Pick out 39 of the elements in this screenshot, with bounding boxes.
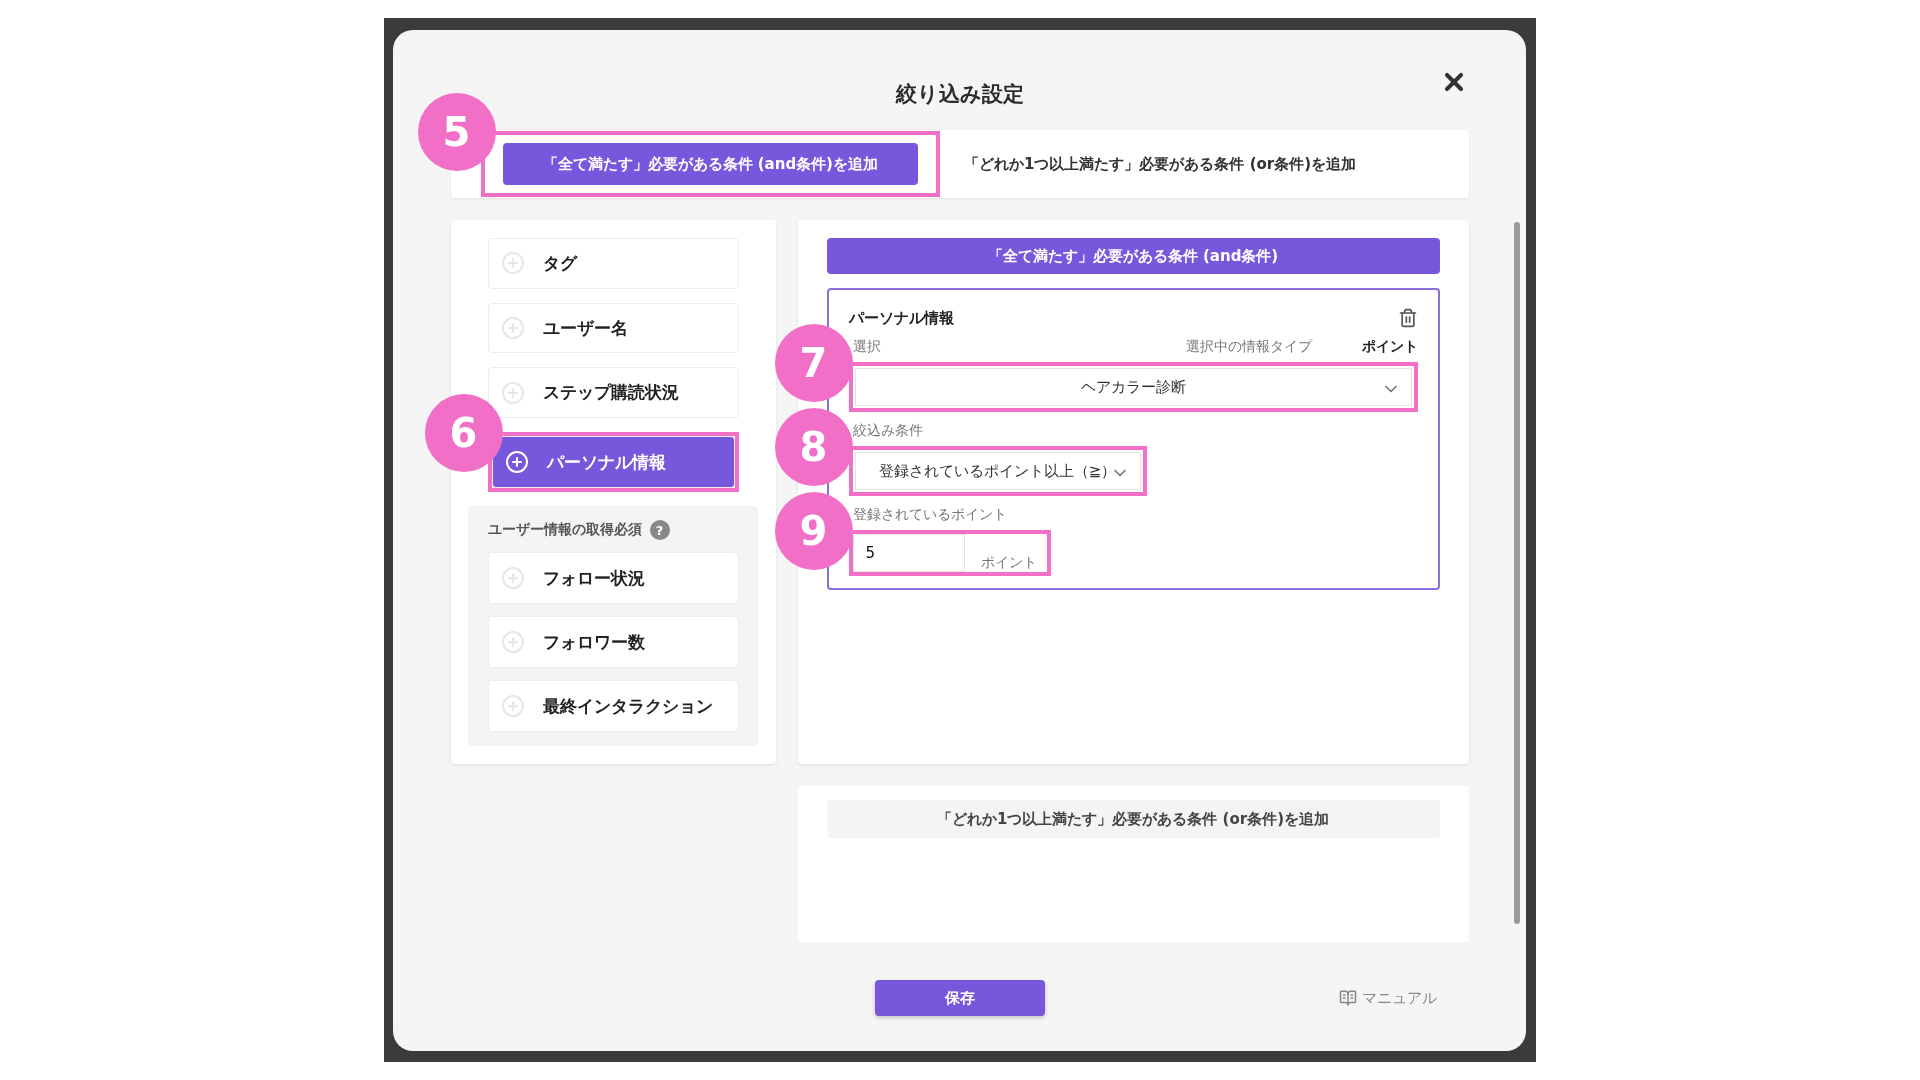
plus-icon (500, 694, 525, 718)
plus-icon (504, 450, 529, 474)
field-label: 登録されているポイント (852, 506, 1007, 524)
field-label: 選択中の情報タイプ (1185, 338, 1312, 356)
callout-number: 8 (774, 408, 853, 486)
trash-icon[interactable] (1397, 308, 1418, 328)
plus-icon (500, 380, 525, 405)
select-dropdown[interactable]: ヘアカラー診断 (854, 368, 1412, 406)
plus-icon (500, 316, 525, 340)
callout-number: 7 (774, 324, 853, 402)
unit-label: ポイント (979, 554, 1038, 572)
field-label: 選択 (852, 338, 881, 356)
condition-type-item[interactable]: フォロワー数 (487, 616, 739, 668)
callout-number: 9 (774, 492, 853, 570)
plus-icon (500, 566, 525, 590)
dialog-title: 絞り込み設定 (895, 81, 1024, 108)
section-header: 「全て満たす」必要がある条件 (and条件) (826, 238, 1440, 274)
scrollbar-thumb[interactable] (1514, 222, 1520, 924)
plus-icon (500, 251, 525, 276)
book-icon (1338, 989, 1357, 1007)
help-icon[interactable]: ? (649, 520, 670, 540)
points-input[interactable]: 5 (852, 534, 965, 572)
condition-type-item[interactable]: タグ (487, 238, 739, 289)
callout-number: 6 (424, 394, 503, 472)
callout-number: 5 (417, 93, 496, 171)
mode-tab[interactable]: 「どれか1つ以上満たす」必要がある条件 (or条件)を追加 (950, 143, 1371, 185)
condition-type-item[interactable]: ステップ購読状況 (487, 367, 739, 418)
add-or-condition-button[interactable]: 「どれか1つ以上満たす」必要がある条件 (or条件)を追加 (826, 800, 1440, 838)
type-value: ポイント (1361, 338, 1418, 356)
plus-icon (500, 630, 525, 654)
mode-tab[interactable]: 「全て満たす」必要がある条件 (and条件)を追加 (502, 143, 918, 185)
condition-type-item[interactable]: 最終インタラクション (487, 680, 739, 732)
filter-dropdown[interactable]: 登録されているポイント以上（≧） (854, 452, 1141, 490)
field-label: 絞込み条件 (852, 422, 923, 440)
condition-type-item[interactable]: フォロー状況 (487, 552, 739, 604)
condition-type-item[interactable]: ユーザー名 (487, 302, 739, 354)
group-title: ユーザー情報の取得必須 (487, 521, 642, 539)
save-button[interactable]: 保存 (874, 980, 1045, 1016)
condition-type-item[interactable]: パーソナル情報 (491, 436, 735, 488)
